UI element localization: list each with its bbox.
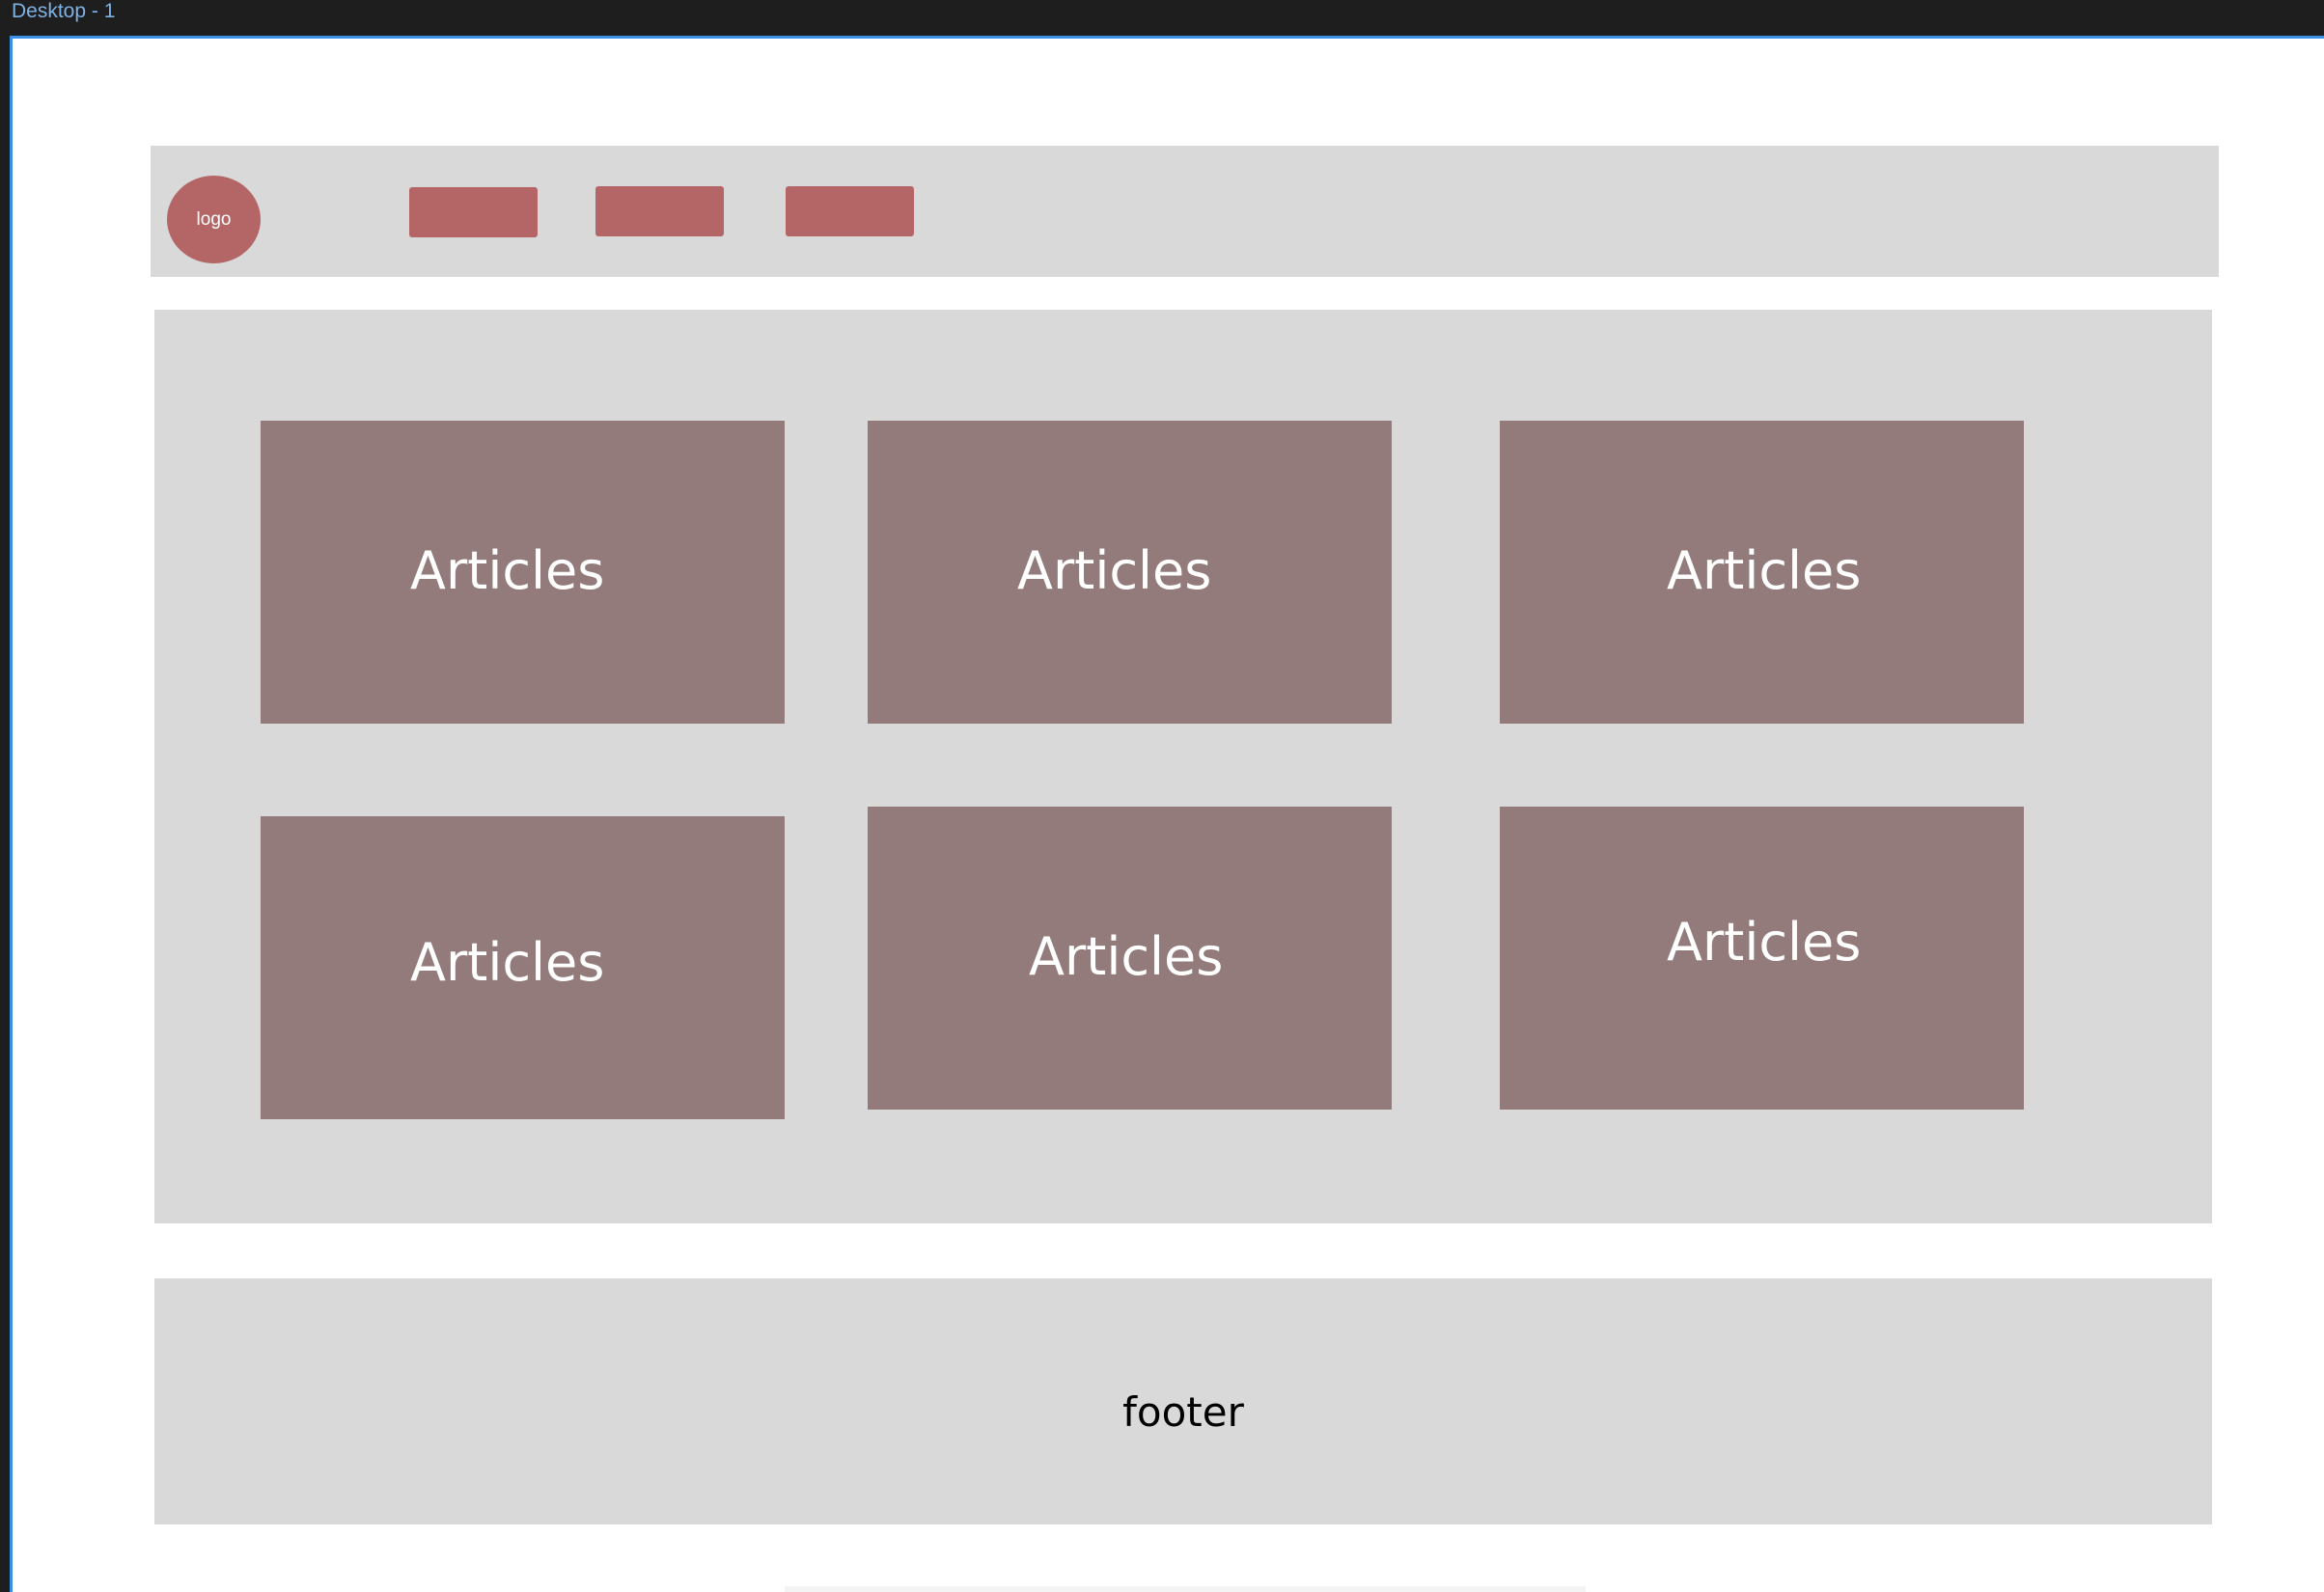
divider (785, 1586, 1586, 1592)
footer-label: footer (1122, 1388, 1244, 1436)
article-card[interactable]: Articles (1500, 807, 2024, 1110)
nav-button-3[interactable] (786, 186, 914, 236)
desktop-frame[interactable]: logo Articles Articles Articles Articles… (10, 36, 2324, 1592)
article-card[interactable]: Articles (261, 816, 785, 1119)
frame-label[interactable]: Desktop - 1 (12, 0, 115, 23)
editor-top-bar: Desktop - 1 (0, 0, 2324, 36)
article-card-label: Articles (410, 932, 605, 993)
article-card-label: Articles (1017, 540, 1212, 601)
nav-button-1[interactable] (409, 187, 538, 237)
logo-label: logo (196, 208, 232, 230)
article-card-label: Articles (410, 540, 605, 601)
article-card[interactable]: Articles (868, 421, 1392, 724)
article-card-label: Articles (1029, 926, 1224, 987)
article-card[interactable]: Articles (1500, 421, 2024, 724)
logo[interactable]: logo (167, 176, 261, 263)
article-card[interactable]: Articles (261, 421, 785, 724)
nav-button-2[interactable] (595, 186, 724, 236)
article-card-label: Articles (1667, 540, 1862, 601)
article-card-label: Articles (1667, 912, 1862, 973)
footer: footer (154, 1278, 2212, 1524)
article-card[interactable]: Articles (868, 807, 1392, 1110)
